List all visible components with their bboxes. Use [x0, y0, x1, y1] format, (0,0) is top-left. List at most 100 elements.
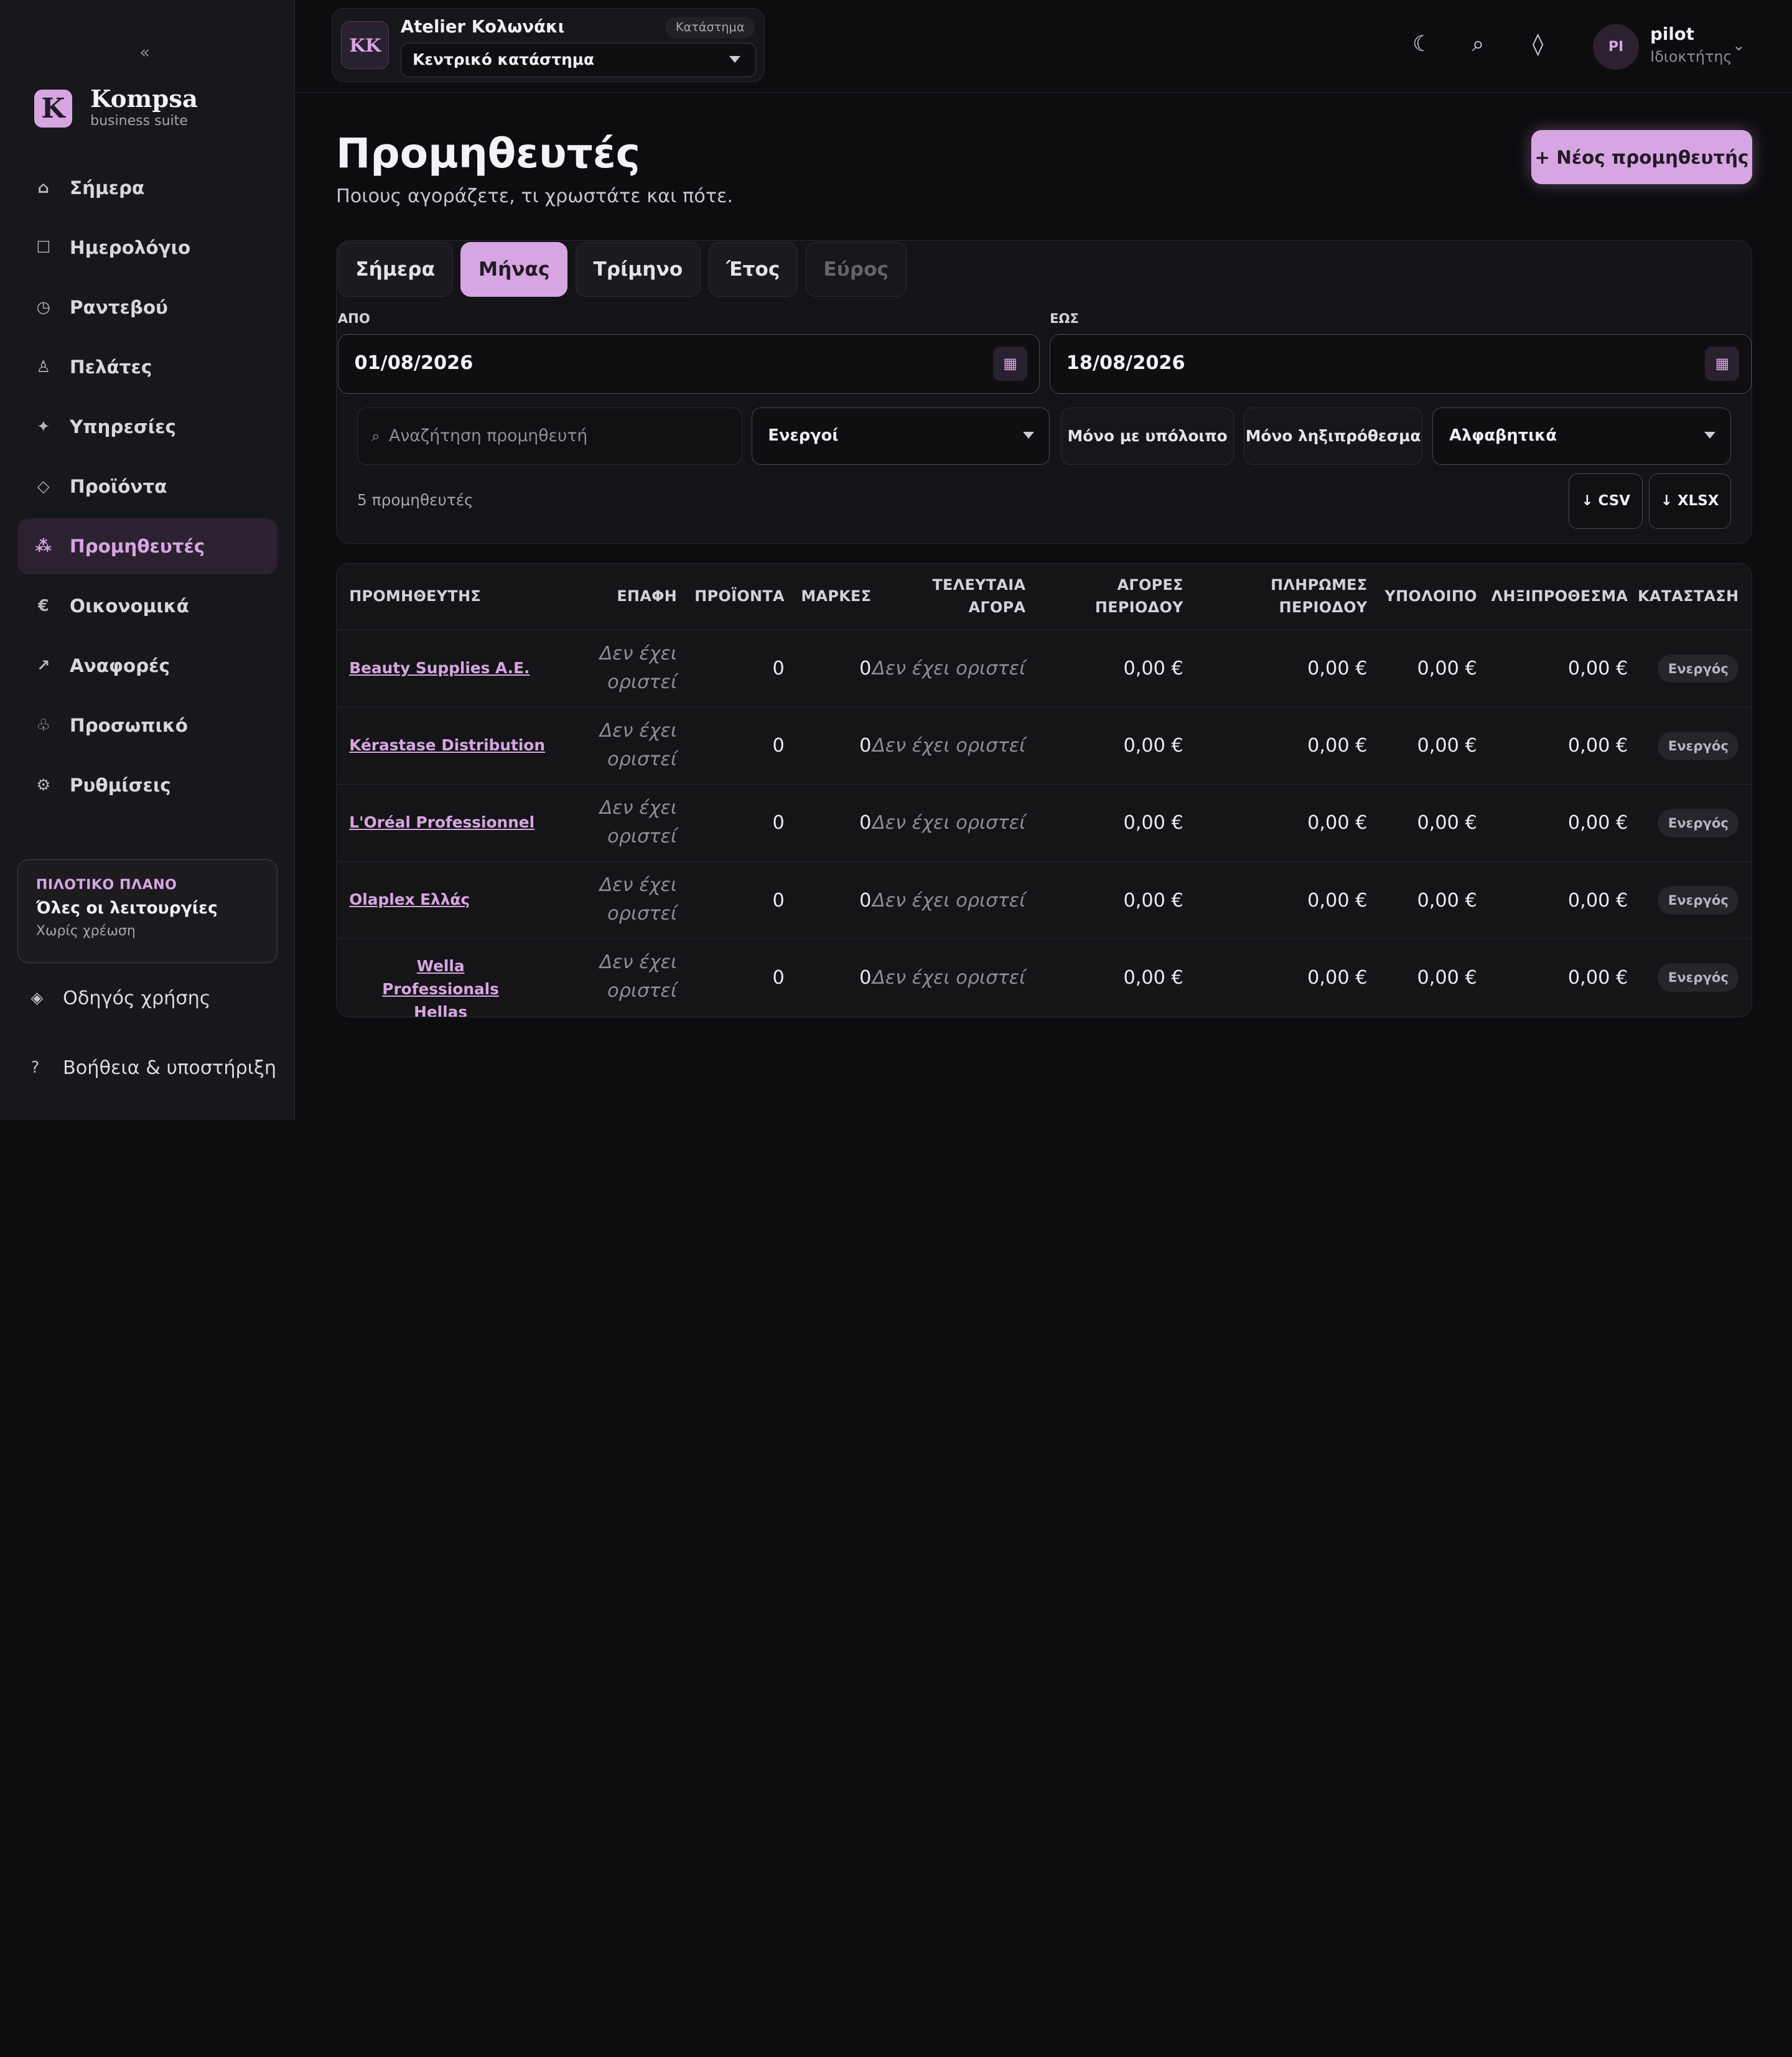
- sidebar-item-2[interactable]: ◷ Ραντεβού: [17, 279, 278, 335]
- calendar-icon[interactable]: ▦: [1705, 346, 1740, 381]
- sidebar-item-10[interactable]: ⚙ Ρυθμίσεις: [17, 757, 278, 813]
- sidebar-item-label: Ραντεβού: [70, 297, 168, 319]
- status-badge: Ενεργός: [1658, 731, 1739, 760]
- supplier-name-link[interactable]: Kérastase Distribution: [349, 736, 545, 754]
- supplier-name-link[interactable]: Olaplex Ελλάς: [349, 890, 470, 908]
- user-name[interactable]: pilot: [1650, 24, 1694, 44]
- contact-cell: Δεν έχει οριστεί: [599, 951, 678, 1002]
- supplier-name-link[interactable]: Wella Professionals Hellas: [368, 955, 512, 1016]
- suppliers-icon: ⁂: [35, 537, 52, 556]
- sidebar-item-label: Προϊόντα: [70, 476, 167, 498]
- sidebar-item-9[interactable]: ♧ Προσωπικό: [17, 697, 278, 753]
- calendar-icon[interactable]: ▦: [993, 346, 1028, 381]
- help-support-link[interactable]: ? Βοήθεια & υποστήριξη: [31, 1057, 276, 1079]
- col-period-payments[interactable]: ΠΛΗΡΩΜΕΣ ΠΕΡΙΟΔΟΥ: [1271, 574, 1367, 619]
- tab-period-3[interactable]: Έτος: [708, 241, 798, 297]
- period-payments-cell: 0,00 €: [1307, 889, 1368, 912]
- sidebar-item-1[interactable]: ☐ Ημερολόγιο: [17, 220, 278, 276]
- sidebar-item-4[interactable]: ✦ Υπηρεσίες: [17, 399, 278, 455]
- search-placeholder: Αναζήτηση προμηθευτή: [389, 426, 588, 446]
- notifications-icon[interactable]: ◊: [1533, 32, 1543, 57]
- col-brands[interactable]: ΜΑΡΚΕΣ: [801, 585, 871, 608]
- col-products[interactable]: ΠΡΟΪΟΝΤΑ: [694, 585, 785, 608]
- status-badge: Ενεργός: [1658, 808, 1739, 837]
- user-role: Ιδιοκτήτης: [1650, 48, 1732, 66]
- table-row[interactable]: Beauty Supplies A.E. Δεν έχει οριστεί 0 0 Δεν…: [336, 630, 1752, 707]
- search-icon: ⌕: [371, 427, 380, 445]
- supplier-name-link[interactable]: Beauty Supplies A.E.: [349, 659, 530, 677]
- search-icon[interactable]: ⌕: [1472, 32, 1485, 57]
- contact-cell: Δεν έχει οριστεί: [599, 874, 678, 925]
- sidebar-item-6[interactable]: ⁂ Προμηθευτές: [17, 518, 278, 575]
- sidebar-item-label: Σήμερα: [70, 177, 145, 199]
- to-date-input[interactable]: 18/08/2026 ▦: [1050, 334, 1752, 394]
- status-badge: Ενεργός: [1658, 654, 1739, 683]
- table-row[interactable]: L'Oréal Professionnel Δεν έχει οριστεί 0 0 Δε…: [336, 785, 1752, 862]
- sidebar-item-7[interactable]: € Οικονομικά: [17, 578, 278, 634]
- tab-period-0[interactable]: Σήμερα: [337, 241, 453, 297]
- col-last-purchase[interactable]: ΤΕΛΕΥΤΑΙΑ ΑΓΟΡΑ: [932, 574, 1025, 619]
- export-csv-button[interactable]: ↓ CSV: [1568, 473, 1643, 529]
- sidebar-item-3[interactable]: ♙ Πελάτες: [17, 339, 278, 395]
- period-payments-cell: 0,00 €: [1307, 658, 1368, 680]
- supplier-name-link[interactable]: L'Oréal Professionnel: [349, 813, 534, 831]
- sidebar-item-0[interactable]: ⌂ Σήμερα: [17, 160, 278, 216]
- chevron-down-icon: [1704, 432, 1715, 439]
- new-supplier-button[interactable]: + Νέος προμηθευτής: [1531, 130, 1752, 184]
- user-avatar[interactable]: PI: [1593, 24, 1639, 70]
- sidebar-item-5[interactable]: ◇ Προϊόντα: [17, 459, 278, 515]
- products-cell: 0: [772, 658, 785, 680]
- sidebar-item-label: Προσωπικό: [70, 715, 188, 737]
- period-purchases-cell: 0,00 €: [1123, 812, 1183, 834]
- col-supplier[interactable]: ΠΡΟΜΗΘΕΥΤΗΣ: [349, 585, 481, 608]
- status-select[interactable]: Ενεργοί: [751, 407, 1050, 465]
- products-cell: 0: [772, 735, 785, 757]
- col-period-purchases[interactable]: ΑΓΟΡΕΣ ΠΕΡΙΟΔΟΥ: [1095, 574, 1183, 619]
- trend-icon: ↗: [37, 656, 50, 676]
- branch-select[interactable]: Κεντρικό κατάστημα: [400, 42, 757, 78]
- to-label: ΕΩΣ: [1050, 310, 1079, 326]
- person-icon: ♙: [36, 358, 51, 377]
- table-row[interactable]: Wella Professionals Hellas Δεν έχει οριστε…: [337, 940, 1752, 1017]
- period-payments-cell: 0,00 €: [1307, 735, 1368, 757]
- user-menu-chevron-icon[interactable]: ⌄: [1732, 37, 1745, 54]
- last-purchase-cell: Δεν έχει οριστεί: [872, 658, 1026, 680]
- from-date-value: 01/08/2026: [354, 352, 474, 375]
- tab-period-1[interactable]: Μήνας: [460, 241, 568, 297]
- sidebar-item-label: Προμηθευτές: [70, 536, 205, 557]
- user-guide-label: Οδηγός χρήσης: [62, 987, 211, 1009]
- export-xlsx-button[interactable]: ↓ XLSX: [1648, 473, 1731, 529]
- status-badge: Ενεργός: [1658, 963, 1739, 992]
- overdue-only-toggle[interactable]: Μόνο ληξιπρόθεσμα: [1244, 407, 1422, 465]
- tab-period-2[interactable]: Τρίμηνο: [575, 241, 701, 297]
- clock-icon: ◷: [36, 298, 50, 317]
- from-date-input[interactable]: 01/08/2026 ▦: [337, 334, 1040, 394]
- period-purchases-cell: 0,00 €: [1123, 735, 1183, 757]
- sort-select[interactable]: Αλφαβητικά: [1432, 407, 1731, 465]
- col-overdue[interactable]: ΛΗΞΙΠΡΟΘΕΣΜΑ: [1491, 585, 1628, 608]
- col-contact[interactable]: ΕΠΑΦΗ: [617, 585, 677, 608]
- chevron-down-icon: [729, 56, 741, 63]
- col-status[interactable]: ΚΑΤΑΣΤΑΣΗ: [1638, 585, 1738, 608]
- balance-only-toggle[interactable]: Μόνο με υπόλοιπο: [1061, 407, 1234, 465]
- table-row[interactable]: Olaplex Ελλάς Δεν έχει οριστεί 0 0 Δεν έχει ο…: [336, 862, 1752, 940]
- balance-cell: 0,00 €: [1417, 889, 1477, 912]
- period-tabs: Σήμερα Μήνας Τρίμηνο Έτος Εύρος: [337, 241, 915, 297]
- sidebar-item-8[interactable]: ↗ Αναφορές: [17, 638, 278, 694]
- staff-icon: ♧: [36, 716, 51, 735]
- home-icon: ⌂: [37, 179, 49, 198]
- collapse-sidebar-icon[interactable]: «: [139, 42, 150, 62]
- sidebar-nav: ⌂ Σήμερα ☐ Ημερολόγιο ◷ Ραντεβού ♙ Πελάτες ✦ Υπηρ…: [17, 160, 278, 817]
- page-subtitle: Ποιους αγοράζετε, τι χρωστάτε και πότε.: [335, 185, 734, 207]
- theme-toggle-icon[interactable]: ☾: [1412, 32, 1432, 57]
- sidebar-item-label: Πελάτες: [70, 357, 152, 378]
- col-balance[interactable]: ΥΠΟΛΟΙΠΟ: [1385, 585, 1477, 608]
- user-guide-link[interactable]: ◈ Οδηγός χρήσης: [31, 987, 211, 1009]
- table-row[interactable]: Kérastase Distribution Δεν έχει οριστεί 0 0 Δ…: [336, 707, 1752, 785]
- gear-icon: ⚙: [36, 776, 51, 795]
- status-select-value: Ενεργοί: [768, 426, 839, 445]
- supplier-search-input[interactable]: ⌕ Αναζήτηση προμηθευτή: [357, 407, 742, 465]
- tab-period-4[interactable]: Εύρος: [805, 241, 907, 297]
- brand[interactable]: K Kompsa business suite: [34, 86, 198, 131]
- to-date-value: 18/08/2026: [1066, 352, 1185, 375]
